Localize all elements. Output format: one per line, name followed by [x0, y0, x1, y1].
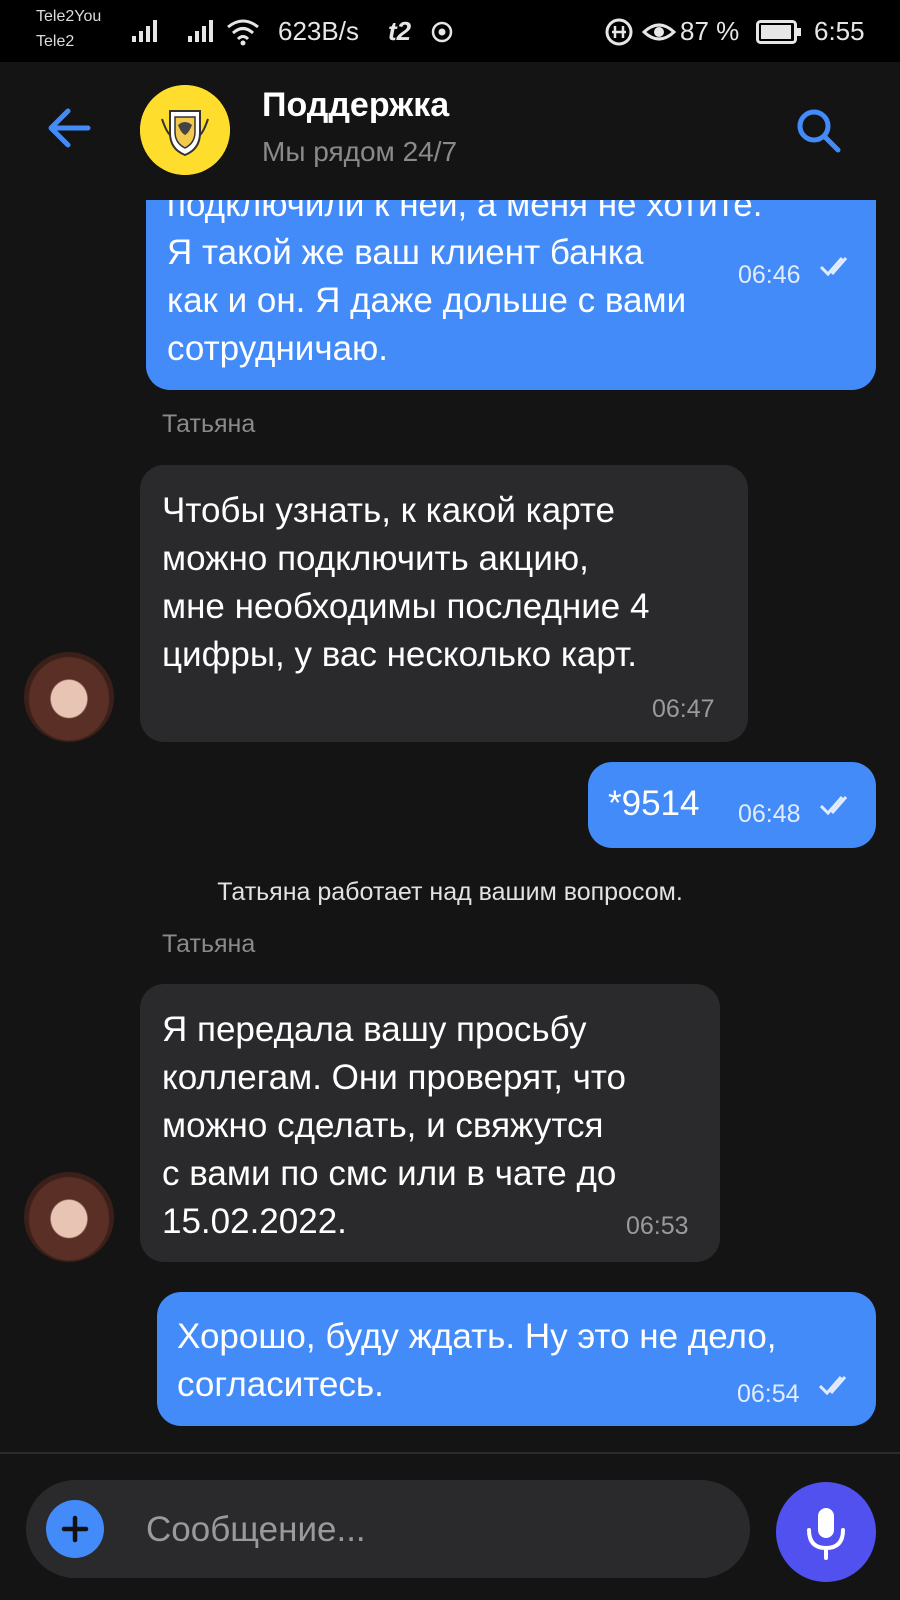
signal-2-icon: [188, 20, 213, 42]
outgoing-message[interactable]: Хорошо, буду ждать. Ну это не дело, согл…: [157, 1292, 876, 1426]
incoming-message[interactable]: Я передала вашу просьбу коллегам. Они пр…: [140, 984, 720, 1262]
message-input[interactable]: [144, 1480, 728, 1580]
microphone-button[interactable]: [776, 1482, 876, 1582]
system-status-note: Татьяна работает над вашим вопросом.: [217, 878, 683, 906]
settings-notification-icon: [431, 21, 453, 43]
message-time: 06:48: [738, 800, 801, 828]
data-saver-icon: [605, 18, 633, 46]
eye-comfort-icon: [642, 23, 676, 41]
outgoing-message[interactable]: подключили к ней, а меня не хотите. Я та…: [146, 200, 876, 390]
search-icon: [797, 109, 841, 153]
read-check-icon: [819, 796, 848, 816]
status-bar: Tele2You Tele2 623B/s t2 87 % 6:55: [0, 0, 900, 62]
chat-screen: Tele2You Tele2 623B/s t2 87 % 6:55 Подде…: [0, 0, 900, 1600]
page-subtitle: Мы рядом 24/7: [262, 136, 458, 167]
back-button[interactable]: [40, 100, 100, 156]
agent-avatar: [24, 1172, 114, 1262]
message-text: Хорошо, буду ждать. Ну это не дело, согл…: [177, 1317, 777, 1404]
bank-crest-logo: [140, 85, 230, 175]
net-speed: 623B/s: [278, 16, 359, 46]
composer-bar: [0, 1452, 900, 1600]
message-text: подключили к ней, а меня не хотите. Я та…: [167, 200, 763, 368]
message-time: 06:46: [738, 261, 801, 289]
battery-icon: [756, 20, 801, 44]
message-time: 06:47: [652, 695, 715, 723]
arrow-left-icon: [48, 108, 91, 148]
outgoing-message[interactable]: *9514 06:48: [588, 762, 876, 848]
message-time: 06:54: [737, 1380, 800, 1408]
message-text: Чтобы узнать, к какой карте можно подклю…: [162, 491, 650, 674]
message-text: *9514: [608, 784, 700, 823]
sender-name: Татьяна: [162, 930, 256, 958]
sender-name: Татьяна: [162, 410, 256, 438]
agent-avatar: [24, 652, 114, 742]
message-text: Я передала вашу просьбу коллегам. Они пр…: [162, 1010, 627, 1241]
carrier-name-1: Tele2You: [36, 8, 102, 25]
read-check-icon: [819, 257, 848, 277]
chat-header: Поддержка Мы рядом 24/7: [0, 62, 900, 200]
search-button[interactable]: [790, 102, 846, 158]
attach-button[interactable]: [46, 1500, 104, 1558]
message-list[interactable]: подключили к ней, а меня не хотите. Я та…: [0, 200, 900, 1452]
message-time: 06:53: [626, 1212, 689, 1240]
battery-percent: 87 %: [680, 16, 740, 46]
signal-1-icon: [132, 20, 157, 42]
incoming-message[interactable]: Чтобы узнать, к какой карте можно подклю…: [140, 465, 748, 742]
page-title: Поддержка: [262, 86, 450, 124]
wifi-icon: [227, 19, 259, 46]
operator-logo: t2: [388, 16, 412, 46]
plus-icon: [61, 1515, 89, 1543]
carrier-name-2: Tele2: [36, 33, 75, 50]
message-composer[interactable]: [26, 1480, 750, 1580]
read-check-icon: [818, 1376, 847, 1396]
support-avatar[interactable]: [140, 85, 230, 175]
clock: 6:55: [814, 16, 865, 46]
microphone-icon: [807, 1508, 845, 1560]
